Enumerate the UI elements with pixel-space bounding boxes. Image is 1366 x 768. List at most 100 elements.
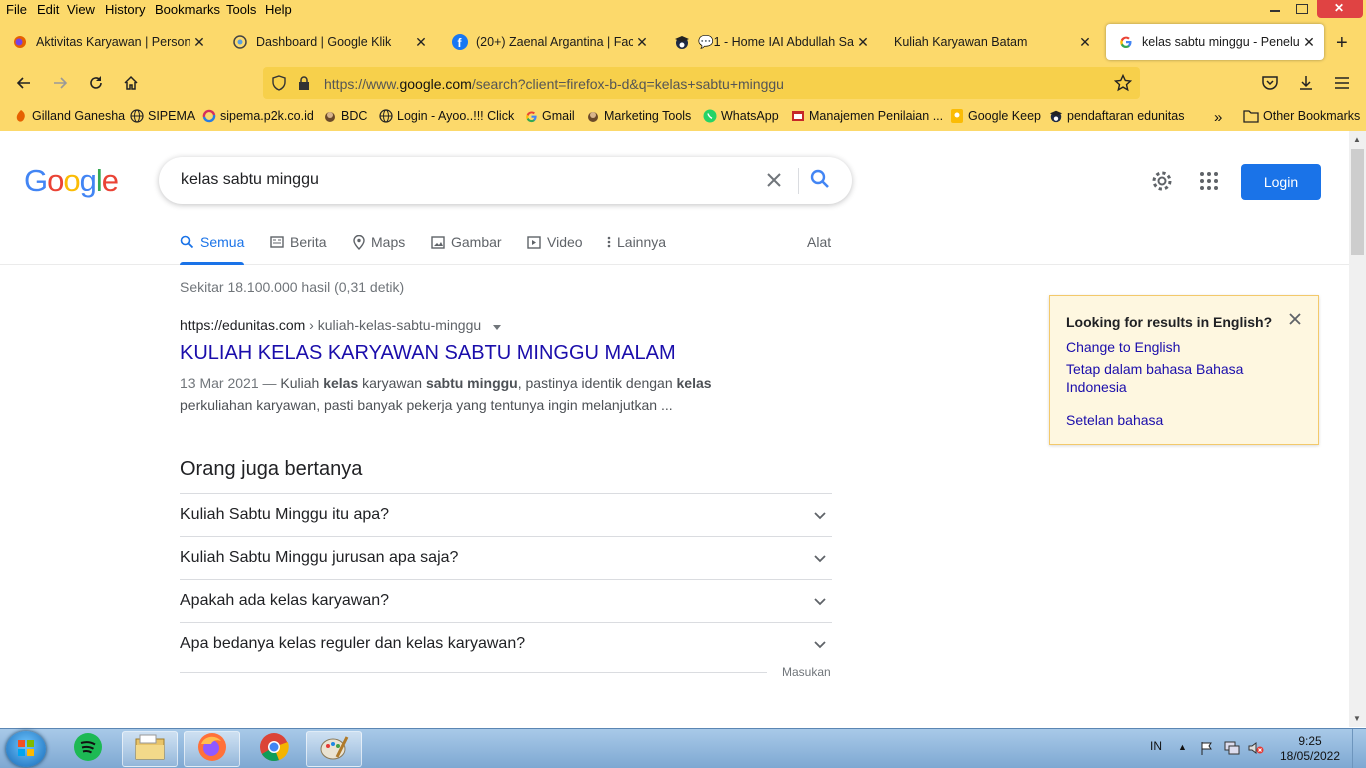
tracking-shield-icon[interactable] [271,75,287,96]
url-text[interactable]: https://www.google.com/search?client=fir… [324,76,784,92]
forward-icon[interactable] [49,72,71,94]
taskbar-explorer[interactable] [122,731,178,767]
tab-close-icon[interactable]: ✕ [633,34,651,51]
bookmark-item[interactable]: sipema.p2k.co.id [202,109,314,123]
tab-google-search[interactable]: kelas sabtu minggu - Penelusuran Google … [1106,24,1324,60]
tab-video[interactable]: Video [527,234,583,250]
show-desktop-button[interactable] [1352,729,1366,768]
settings-gear-icon[interactable] [1150,169,1174,193]
network-icon[interactable] [1224,741,1240,758]
stay-indonesian-link[interactable]: Tetap dalam bahasa Bahasa Indonesia [1066,360,1286,396]
bookmarks-overflow-icon[interactable]: » [1214,109,1222,126]
action-center-flag-icon[interactable] [1200,741,1214,758]
google-logo[interactable]: Google [24,163,119,199]
bookmark-item[interactable]: pendaftaran edunitas [1049,109,1184,123]
google-g-icon [524,109,538,123]
scrollbar-thumb[interactable] [1351,149,1364,255]
tab-close-icon[interactable]: ✕ [854,34,872,51]
paa-question[interactable]: Kuliah Sabtu Minggu itu apa? [180,493,832,536]
bookmark-item[interactable]: Gilland Ganesha [14,109,125,123]
result-url[interactable]: https://edunitas.com › kuliah-kelas-sabt… [180,317,502,334]
bookmark-item[interactable]: Manajemen Penilaian ... [791,109,943,123]
menu-file[interactable]: File [6,2,27,17]
tab-berita[interactable]: Berita [270,234,327,250]
bookmark-item[interactable]: SIPEMA [130,109,195,123]
feedback-link[interactable]: Masukan [782,665,831,679]
new-tab-icon[interactable]: + [1336,32,1348,55]
menu-bookmarks[interactable]: Bookmarks [155,2,220,17]
tray-expand-icon[interactable]: ▲ [1178,742,1187,752]
tab-lainnya[interactable]: Lainnya [607,234,666,250]
bookmark-item[interactable]: Gmail [524,109,575,123]
tab-facebook[interactable]: f (20+) Zaenal Argantina | Facebook ✕ [440,24,657,60]
firefox-icon [197,732,227,767]
tab-semua[interactable]: Semua [180,234,245,265]
graduation-icon [1049,109,1063,123]
home-icon[interactable] [120,72,142,94]
google-apps-icon[interactable] [1199,171,1219,191]
tab-close-icon[interactable]: ✕ [412,34,430,51]
tab-iai[interactable]: 💬1 - Home IAI Abdullah Said Batam ✕ [662,24,878,60]
taskbar-firefox[interactable] [184,731,240,767]
bookmark-item[interactable]: Google Keep [950,109,1041,123]
bookmark-star-icon[interactable] [1113,73,1133,97]
system-clock[interactable]: 9:25 18/05/2022 [1278,734,1342,764]
scroll-up-icon[interactable]: ▲ [1353,135,1361,144]
menu-tools[interactable]: Tools [226,2,256,17]
url-bar[interactable]: https://www.google.com/search?client=fir… [263,67,1140,99]
window-close-button[interactable] [1317,0,1363,18]
search-icon[interactable] [809,168,835,194]
tab-label: Aktivitas Karyawan | Personalia [36,35,190,49]
page-scrollbar[interactable]: ▲ ▼ [1349,131,1366,727]
bookmark-item[interactable]: Marketing Tools [586,109,691,123]
input-language[interactable]: IN [1150,739,1162,753]
taskbar-paint[interactable] [306,731,362,767]
change-to-english-link[interactable]: Change to English [1066,338,1286,356]
pocket-icon[interactable] [1259,72,1281,94]
taskbar-spotify[interactable] [60,731,116,767]
tab-close-icon[interactable]: ✕ [190,34,208,51]
close-icon[interactable] [1288,310,1302,331]
tab-close-icon[interactable]: ✕ [1076,34,1094,51]
scroll-down-icon[interactable]: ▼ [1353,714,1361,723]
downloads-icon[interactable] [1295,72,1317,94]
paa-question[interactable]: Kuliah Sabtu Minggu jurusan apa saja? [180,536,832,579]
back-icon[interactable] [13,72,35,94]
tab-aktivitas[interactable]: Aktivitas Karyawan | Personalia ✕ [0,24,214,60]
map-pin-icon [353,234,365,250]
minimize-button[interactable] [1261,0,1288,18]
menu-history[interactable]: History [105,2,145,17]
result-menu-caret-icon[interactable] [493,318,502,334]
bookmark-item[interactable]: Login - Ayoo..!!! Click [379,109,514,123]
tab-kuliah-karyawan[interactable]: Kuliah Karyawan Batam ✕ [882,24,1100,60]
taskbar-chrome[interactable] [246,731,302,767]
start-button[interactable] [6,731,46,767]
tools-button[interactable]: Alat [807,234,831,250]
bookmark-folder[interactable]: Other Bookmarks [1243,109,1360,123]
hamburger-menu-icon[interactable] [1331,72,1353,94]
volume-muted-icon[interactable] [1248,741,1264,758]
paa-question[interactable]: Apakah ada kelas karyawan? [180,579,832,622]
maximize-button[interactable] [1288,0,1315,18]
result-title-link[interactable]: KULIAH KELAS KARYAWAN SABTU MINGGU MALAM [180,342,676,365]
bookmark-item[interactable]: BDC [323,109,367,123]
search-box[interactable]: kelas sabtu minggu [159,157,852,204]
tab-maps[interactable]: Maps [353,234,405,250]
paa-question[interactable]: Apa bedanya kelas reguler dan kelas kary… [180,622,832,665]
chevron-down-icon [814,637,826,649]
menu-view[interactable]: View [67,2,95,17]
tab-dashboard[interactable]: Dashboard | Google Klik ✕ [220,24,436,60]
tab-gambar[interactable]: Gambar [431,234,502,250]
bookmark-item[interactable]: WhatsApp [703,109,779,123]
bookmarks-toolbar: Gilland Ganesha SIPEMA sipema.p2k.co.id … [0,106,1366,130]
clear-search-icon[interactable] [763,167,785,193]
reload-icon[interactable] [85,72,107,94]
tab-close-icon[interactable]: ✕ [1300,34,1318,51]
lock-icon[interactable] [297,75,311,96]
menu-help[interactable]: Help [265,2,292,17]
login-button[interactable]: Login [1241,164,1321,200]
language-question: Looking for results in English? [1066,314,1273,330]
menu-edit[interactable]: Edit [37,2,59,17]
language-settings-link[interactable]: Setelan bahasa [1066,411,1286,429]
search-input[interactable]: kelas sabtu minggu [181,171,319,189]
